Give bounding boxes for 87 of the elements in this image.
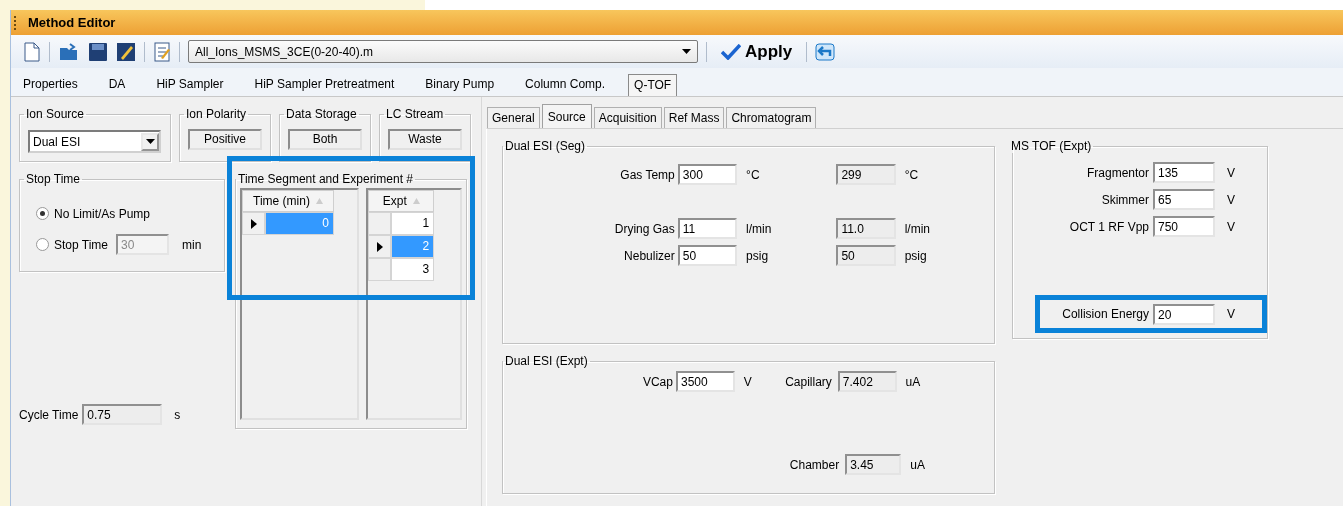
- field-label: Cycle Time: [19, 407, 79, 422]
- tab[interactable]: Binary Pump: [417, 74, 503, 96]
- caret-icon: [145, 139, 155, 144]
- unit-label: psig: [746, 248, 770, 263]
- apply-button[interactable]: Apply: [715, 38, 799, 65]
- check-icon: [721, 43, 741, 60]
- unit-label: V: [1227, 192, 1236, 207]
- sort-icon: [412, 198, 420, 204]
- field-label: Chamber: [788, 457, 841, 472]
- tab[interactable]: Chromatogram: [726, 107, 817, 128]
- tab[interactable]: Q-TOF: [628, 74, 678, 96]
- field-label: VCap: [641, 374, 674, 389]
- tab[interactable]: Column Comp.: [517, 74, 614, 96]
- group-title: Time Segment and Experiment #: [237, 172, 414, 186]
- group-title: LC Stream: [385, 107, 445, 121]
- caret-icon: [682, 49, 691, 54]
- unit-label: °C: [746, 167, 761, 182]
- sort-icon: [315, 198, 323, 204]
- field-label: Nebulizer: [623, 248, 676, 263]
- readout-field: 3.45: [845, 454, 902, 475]
- folder-icon[interactable]: [58, 41, 80, 62]
- readout-field: 299: [836, 164, 896, 185]
- group-title: Dual ESI (Seg): [504, 139, 587, 153]
- table-cell[interactable]: 1: [391, 212, 435, 235]
- readout-field: Waste: [388, 129, 462, 150]
- undo-icon[interactable]: [815, 42, 836, 61]
- group-title: Ion Polarity: [185, 107, 248, 121]
- unit-label: l/min: [904, 221, 932, 236]
- input-field[interactable]: 50: [677, 245, 738, 266]
- group-title: Stop Time: [25, 172, 82, 186]
- readout-field: 50: [836, 245, 896, 266]
- unit-label: s: [174, 407, 181, 422]
- row-header[interactable]: [368, 235, 392, 258]
- save-icon[interactable]: [88, 41, 108, 62]
- group-title: Dual ESI (Expt): [504, 354, 589, 368]
- unit-label: psig: [904, 248, 928, 263]
- tab[interactable]: HiP Sampler Pretreatment: [246, 74, 403, 96]
- column-header[interactable]: Time (min): [242, 190, 334, 212]
- input-field[interactable]: 65: [1153, 189, 1215, 210]
- field-label: Fragmentor: [1085, 165, 1150, 180]
- readout-field: 11.0: [836, 218, 896, 239]
- group-title: Ion Source: [25, 107, 86, 121]
- field-label: Drying Gas: [613, 221, 676, 236]
- unit-label: V: [1227, 165, 1236, 180]
- tab[interactable]: DA: [100, 74, 134, 96]
- unit-label: V: [743, 374, 753, 389]
- tab[interactable]: HiP Sampler: [148, 74, 232, 96]
- field-label: Gas Temp: [619, 167, 676, 182]
- tab[interactable]: Source: [541, 104, 592, 128]
- input-field[interactable]: 20: [1153, 303, 1215, 325]
- unit-label: V: [1227, 307, 1236, 321]
- readout-field: 7.402: [837, 371, 897, 392]
- readout-field: Both: [288, 129, 362, 150]
- table-cell[interactable]: 3: [391, 258, 435, 281]
- column-header[interactable]: Expt: [368, 190, 435, 212]
- tab[interactable]: General: [487, 107, 540, 128]
- field-label: Capillary: [784, 374, 833, 389]
- row-header[interactable]: [242, 212, 265, 235]
- readout-field: Positive: [188, 129, 262, 150]
- input-field[interactable]: 11: [677, 218, 738, 239]
- field-label: Collision Energy: [1061, 307, 1150, 321]
- new-document-icon[interactable]: [23, 41, 41, 62]
- pointer-icon: [376, 241, 383, 252]
- group-title: MS TOF (Expt): [1010, 139, 1093, 153]
- unit-label: V: [1227, 219, 1236, 234]
- input-field[interactable]: 300: [677, 164, 738, 185]
- unit-label: uA: [910, 457, 926, 472]
- ion-source-dropdown[interactable]: Dual ESI: [28, 130, 161, 153]
- tab[interactable]: Acquisition: [593, 107, 662, 128]
- input-field[interactable]: 135: [1153, 162, 1215, 183]
- unit-label: uA: [905, 374, 922, 389]
- window-title: Method Editor: [28, 15, 116, 30]
- input-field[interactable]: 3500: [675, 371, 735, 392]
- unit-label: °C: [904, 167, 920, 182]
- pointer-icon: [250, 218, 257, 229]
- group-title: Data Storage: [285, 107, 358, 121]
- edit-icon[interactable]: [116, 41, 136, 62]
- tab[interactable]: Properties: [15, 74, 86, 96]
- unit-label: l/min: [746, 221, 773, 236]
- field-label: OCT 1 RF Vpp: [1068, 219, 1150, 234]
- method-dropdown[interactable]: All_Ions_MSMS_3CE(0-20-40).m: [188, 40, 698, 63]
- field-label: Skimmer: [1100, 192, 1150, 207]
- readout-field: 0.75: [82, 404, 163, 425]
- notes-icon[interactable]: [153, 41, 171, 62]
- tab[interactable]: Ref Mass: [663, 107, 725, 128]
- unit-label: min: [182, 237, 202, 252]
- input-field[interactable]: 750: [1153, 216, 1215, 237]
